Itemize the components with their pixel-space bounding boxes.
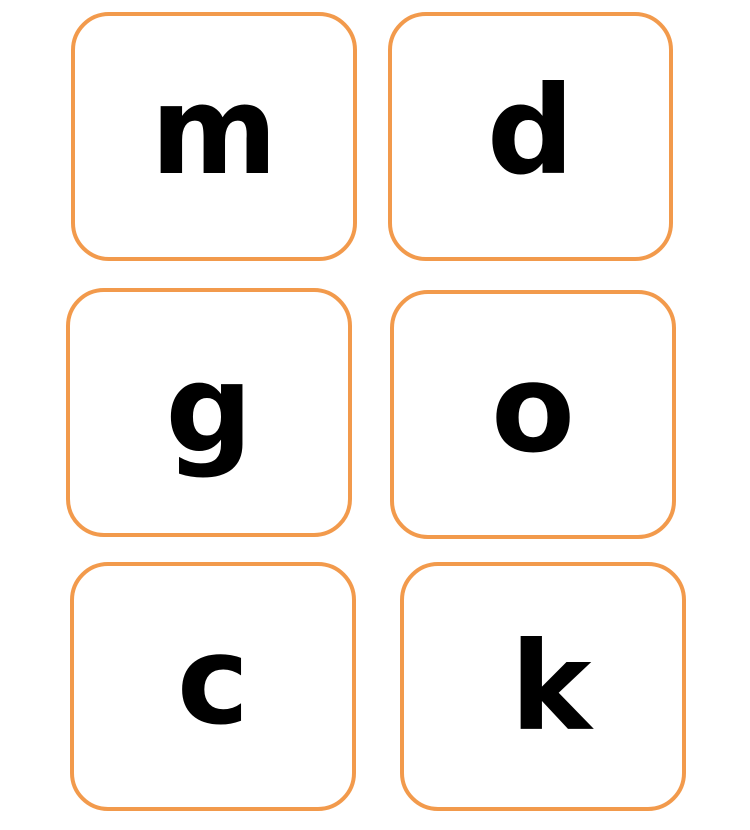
card-letter: m [150,59,278,202]
letter-card-m: m [71,12,357,261]
card-letter: d [486,59,575,202]
card-letter: g [165,337,253,480]
letter-card-o: o [390,290,676,539]
letter-card-g: g [66,288,352,537]
card-letter: o [491,337,575,480]
letter-card-d: d [388,12,673,261]
letter-card-c: c [70,562,356,811]
letter-card-k: k [400,562,686,811]
card-letter: k [510,615,592,758]
card-letter: c [176,609,250,752]
